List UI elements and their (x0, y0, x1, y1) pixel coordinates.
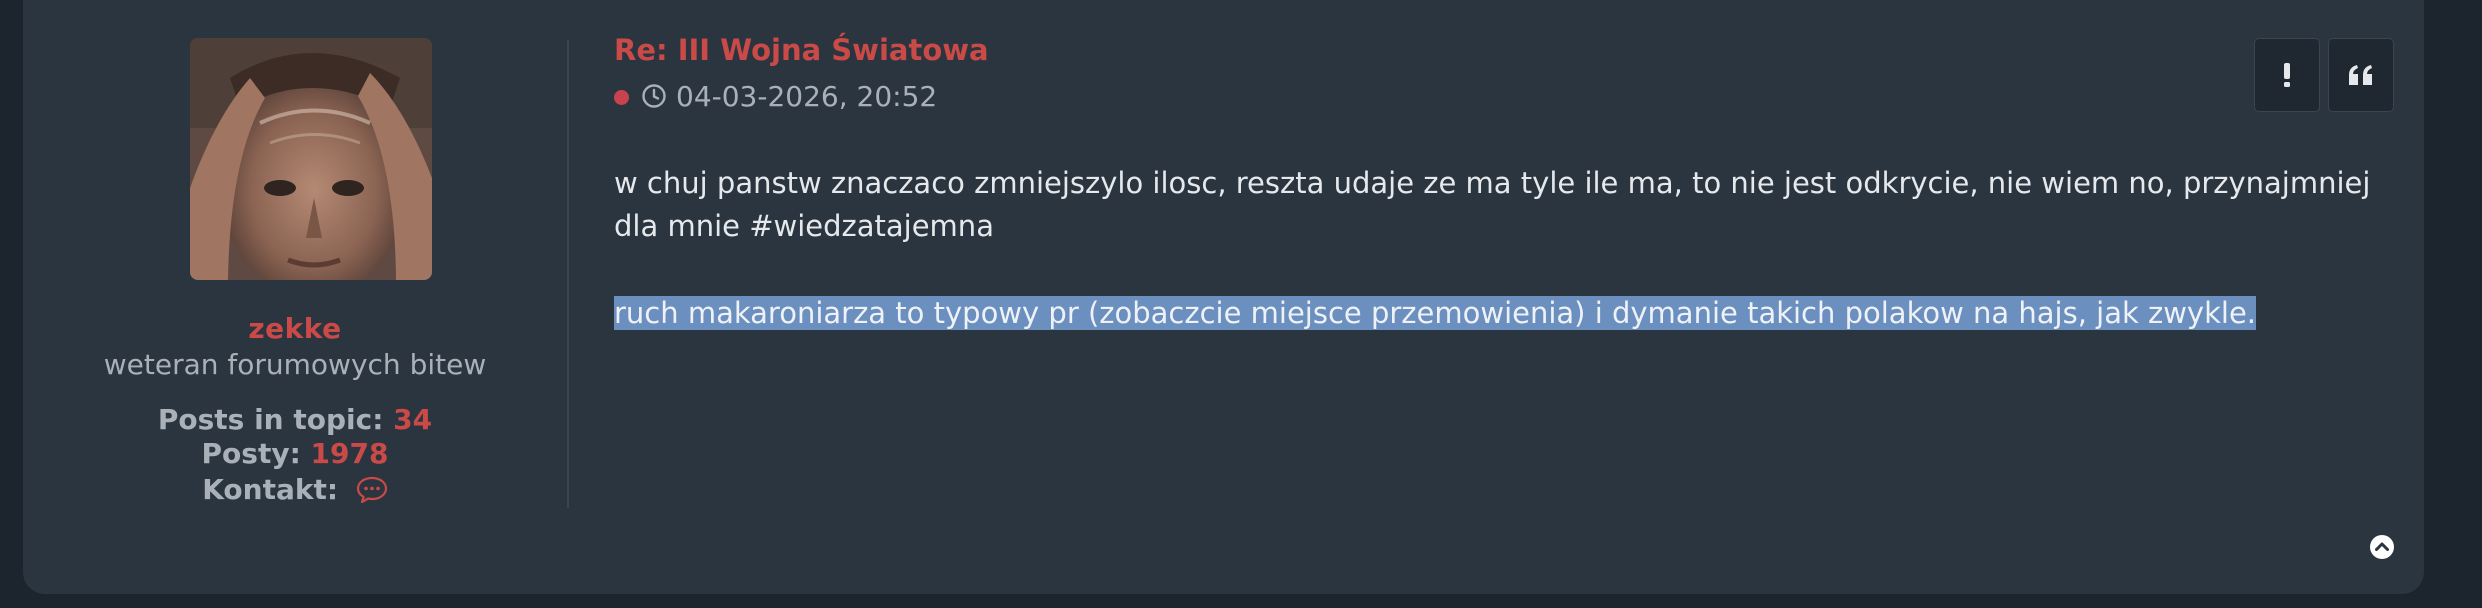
report-icon (2284, 63, 2290, 87)
clock-icon (642, 84, 666, 108)
post-title-link[interactable]: Re: III Wojna Światowa (614, 33, 989, 67)
post-content[interactable]: w chuj panstw znaczaco zmniejszylo ilosc… (614, 162, 2394, 335)
post-paragraph: ruch makaroniarza to typowy pr (zobaczci… (614, 292, 2394, 335)
avatar[interactable] (190, 38, 432, 280)
contact-label: Kontakt: (202, 473, 339, 506)
post-actions (2254, 38, 2394, 112)
post-count-stat: Posty: 1978 (23, 437, 567, 470)
forum-post: zekke weteran forumowych bitew Posts in … (23, 0, 2424, 594)
quote-icon (2349, 65, 2372, 85)
avatar-image (190, 38, 432, 280)
post-body: Re: III Wojna Światowa 04-03-2026, 20:52 (614, 0, 2394, 594)
post-meta: 04-03-2026, 20:52 (614, 78, 937, 114)
post-paragraph: w chuj panstw znaczaco zmniejszylo ilosc… (614, 166, 2371, 243)
unread-indicator-icon (614, 89, 629, 105)
post-count-value[interactable]: 1978 (311, 437, 389, 470)
back-to-top-icon[interactable] (2369, 534, 2395, 560)
user-profile-panel: zekke weteran forumowych bitew Posts in … (23, 0, 567, 594)
posts-in-topic-stat: Posts in topic: 34 (23, 403, 567, 436)
quote-button[interactable] (2328, 38, 2394, 112)
posts-in-topic-value[interactable]: 34 (393, 403, 432, 436)
username[interactable]: zekke (23, 312, 567, 345)
post-count-label: Posty: (201, 437, 301, 470)
profile-divider (567, 40, 569, 508)
speech-bubble-icon[interactable] (356, 476, 388, 504)
contact-stat: Kontakt: (23, 473, 567, 506)
posts-in-topic-label: Posts in topic: (157, 403, 384, 436)
user-rank: weteran forumowych bitew (103, 348, 487, 381)
report-button[interactable] (2254, 38, 2320, 112)
post-datetime[interactable]: 04-03-2026, 20:52 (676, 80, 937, 113)
selected-text: ruch makaroniarza to typowy pr (zobaczci… (614, 296, 2256, 330)
